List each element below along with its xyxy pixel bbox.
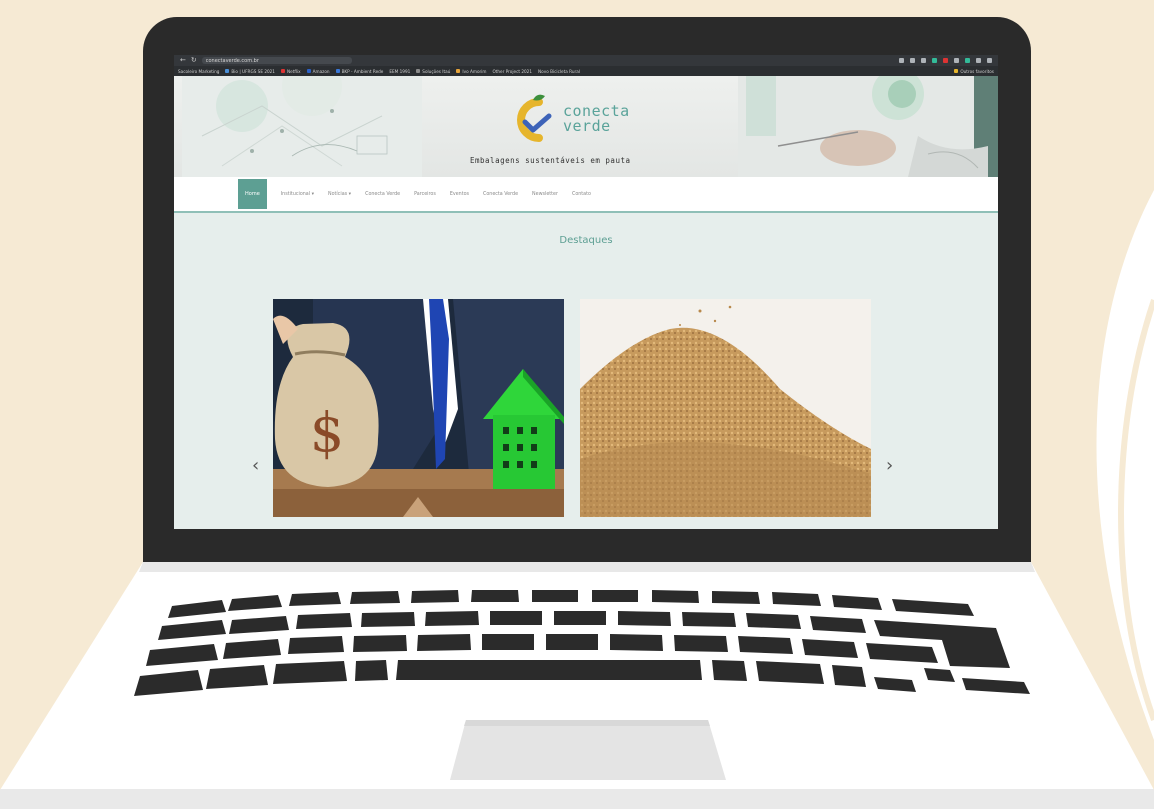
laptop-bottom-edge (0, 789, 1154, 809)
laptop-base (0, 562, 1154, 790)
trackpad (450, 720, 726, 780)
